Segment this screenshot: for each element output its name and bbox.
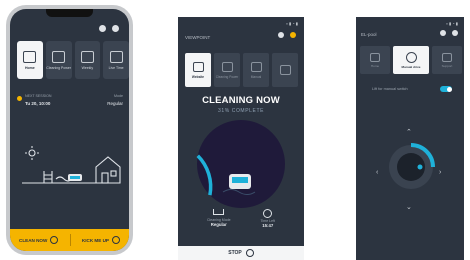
tab-cleaning-power[interactable]: Cleaning Power xyxy=(45,41,72,79)
status-dot xyxy=(17,96,22,101)
bell-icon[interactable] xyxy=(112,25,119,32)
notification-icon[interactable] xyxy=(452,30,458,36)
tab-home[interactable]: Home xyxy=(360,46,390,74)
joystick-icon xyxy=(405,51,417,63)
calendar-icon xyxy=(370,52,380,62)
tab-label: Manual drive xyxy=(401,64,421,69)
tab-bar: Website Cleaning Power Manual xyxy=(185,53,304,87)
header-icons xyxy=(440,30,458,36)
play-icon xyxy=(50,236,59,244)
wifi-icon[interactable] xyxy=(278,32,284,38)
progress-text: 31% COMPLETE xyxy=(217,108,265,114)
joystick[interactable] xyxy=(386,142,436,192)
tab-manual[interactable]: Manual xyxy=(243,53,269,87)
tab-label: Support xyxy=(441,63,453,68)
calendar-icon xyxy=(80,50,94,63)
stop-icon xyxy=(245,249,254,257)
tab-cleaning-power[interactable]: Cleaning Power xyxy=(214,53,240,87)
tab-live-time[interactable]: Live Time xyxy=(103,41,129,79)
settings-icon[interactable] xyxy=(99,25,106,32)
robot-brush xyxy=(232,177,248,183)
tab-label: Weekly xyxy=(81,65,94,70)
arrow-right-icon[interactable]: › xyxy=(439,169,441,176)
device-name: VIEWPOINT xyxy=(185,35,211,40)
manual-switch-row: Lift for manual switch xyxy=(372,86,452,92)
tab-label: Live Time xyxy=(108,65,124,70)
mode-value: Regular xyxy=(210,222,227,227)
tab-label: Home xyxy=(25,65,35,70)
joystick-dot xyxy=(417,164,423,170)
pool-illustration xyxy=(22,146,121,184)
tab-manual-drive[interactable]: Manual drive xyxy=(393,46,429,74)
next-session[interactable]: NEXT SESSION Tu 20, 10:00 Mode Regular xyxy=(17,93,123,115)
phone-home-screen: Home Cleaning Power Weekly Live Time NEX… xyxy=(6,5,133,255)
tab-label: Manual xyxy=(250,74,262,79)
arrow-left-icon[interactable]: ‹ xyxy=(376,169,378,176)
arrow-down-icon[interactable]: ⌄ xyxy=(406,203,412,211)
status-bar: ▪ ▮ ◔ ▮ xyxy=(446,21,458,26)
tab-website[interactable]: Website xyxy=(185,53,211,87)
info-icon xyxy=(442,52,452,62)
device-name: EL-pool xyxy=(361,32,377,37)
home-icon xyxy=(192,61,204,72)
cleaning-status: CLEANING NOW xyxy=(202,95,280,106)
clean-now-label: CLEAN NOW xyxy=(19,237,48,243)
time-value: 15:47 xyxy=(262,223,274,228)
header-icons xyxy=(278,32,296,38)
clock-icon xyxy=(109,50,123,63)
more-icon xyxy=(279,65,291,75)
tab-bar: Home Cleaning Power Weekly Live Time xyxy=(17,41,129,79)
tab-more[interactable] xyxy=(272,53,298,87)
session-time: Tu 20, 10:00 xyxy=(25,101,51,106)
manual-switch-toggle[interactable] xyxy=(440,86,452,92)
arrow-up-icon xyxy=(111,236,120,244)
wifi-icon[interactable] xyxy=(440,30,446,36)
home-icon xyxy=(23,50,37,63)
arrow-up-icon[interactable]: ⌃ xyxy=(406,128,412,136)
tab-label: Home xyxy=(370,63,380,68)
tab-label: Cleaning Power xyxy=(46,65,71,70)
tab-home[interactable]: Home xyxy=(17,41,43,79)
session-info: Cleaning Mode Regular Time Left 15:47 xyxy=(178,209,304,228)
status-bar: ▪ ▮ ◔ ▮ xyxy=(286,21,298,26)
tab-label: Cleaning Power xyxy=(215,74,239,79)
floor-icon xyxy=(213,209,225,215)
divider xyxy=(69,234,71,246)
phone-screen: Home Cleaning Power Weekly Live Time NEX… xyxy=(10,9,129,251)
phone-cleaning-screen: ▪ ▮ ◔ ▮ VIEWPOINT Website Cleaning Power… xyxy=(178,17,304,260)
tab-support[interactable]: Support xyxy=(432,46,462,74)
kick-me-up-button[interactable]: KICK ME UP xyxy=(82,236,120,244)
tab-weekly[interactable]: Weekly xyxy=(74,41,101,79)
session-mode-label: Mode xyxy=(114,94,123,98)
calendar-icon xyxy=(250,61,262,72)
stop-label: STOP xyxy=(228,250,242,256)
stage: Home Cleaning Power Weekly Live Time NEX… xyxy=(0,0,470,260)
clock-icon xyxy=(263,209,273,218)
header-icons xyxy=(99,25,119,32)
progress-ring xyxy=(196,120,285,208)
session-mode-value: Regular xyxy=(107,101,123,106)
fan-icon xyxy=(221,61,233,72)
toggle-label: Lift for manual switch xyxy=(372,87,408,91)
kick-me-up-label: KICK ME UP xyxy=(81,237,109,243)
cleaning-mode[interactable]: Cleaning Mode Regular xyxy=(207,209,231,228)
tab-bar: Home Manual drive Support xyxy=(360,46,464,74)
tab-label: Website xyxy=(191,74,205,79)
time-left: Time Left 15:47 xyxy=(261,209,275,228)
fan-icon xyxy=(52,50,66,63)
action-bar: CLEAN NOW KICK ME UP xyxy=(10,229,129,251)
session-title: NEXT SESSION xyxy=(25,94,52,98)
phone-manual-drive-screen: ▪ ▮ ◔ ▮ EL-pool Home Manual drive Suppor… xyxy=(356,17,464,260)
clean-now-button[interactable]: CLEAN NOW xyxy=(19,236,59,244)
stop-button[interactable]: STOP xyxy=(178,246,304,260)
notification-icon[interactable] xyxy=(290,32,296,38)
notch xyxy=(46,9,93,17)
